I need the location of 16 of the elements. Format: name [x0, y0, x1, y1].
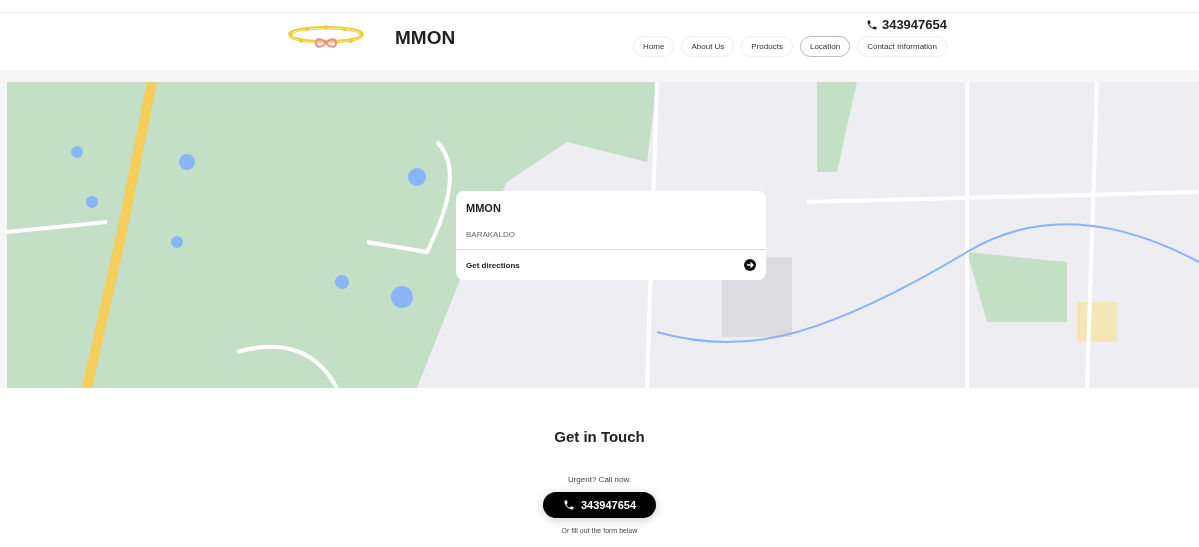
nav-link[interactable]: Products — [741, 36, 793, 57]
nav-link[interactable]: Home — [633, 36, 675, 57]
directions-link[interactable]: Get directions — [466, 260, 520, 270]
arrow-icon[interactable] — [744, 259, 756, 271]
section-heading: Get in Touch — [554, 428, 645, 445]
header-phone[interactable]: 343947654 — [865, 17, 947, 32]
nav-link[interactable]: About Us — [681, 36, 735, 57]
phone-icon — [865, 18, 878, 31]
nav-link[interactable]: Location — [799, 36, 851, 57]
call-button[interactable]: 343947654 — [542, 492, 657, 518]
card-address: BARAKALDO — [465, 229, 516, 241]
urgent-text: Urgent? Call now. — [567, 475, 632, 484]
phone-icon — [562, 499, 575, 511]
brand-name: MMON — [395, 27, 456, 49]
card-title: MMON — [465, 201, 502, 214]
nav-link[interactable]: Contact Information — [857, 36, 947, 57]
